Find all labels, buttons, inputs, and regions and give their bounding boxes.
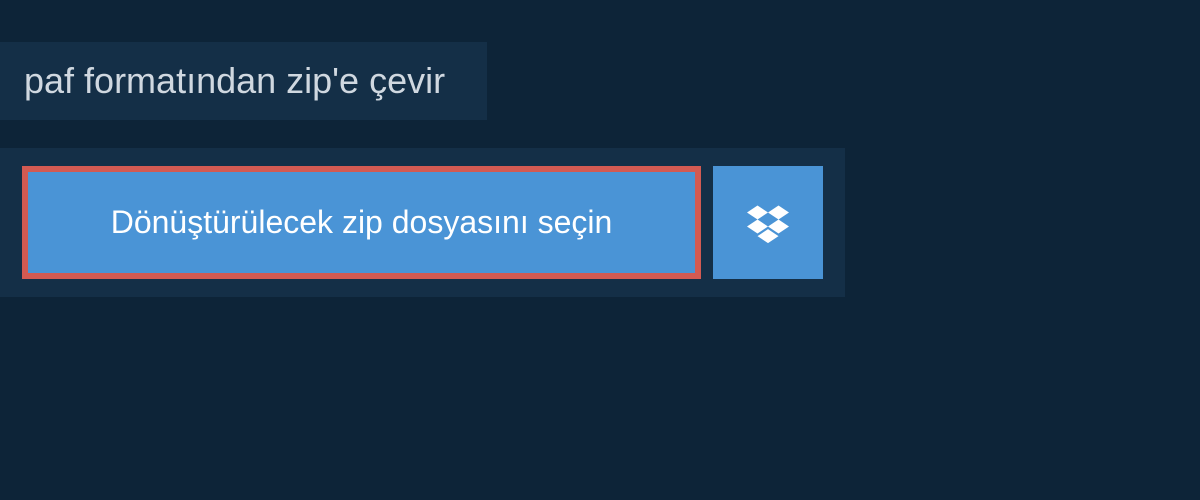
upload-panel: Dönüştürülecek zip dosyasını seçin <box>0 148 845 297</box>
file-select-button[interactable]: Dönüştürülecek zip dosyasını seçin <box>22 166 701 279</box>
file-select-label: Dönüştürülecek zip dosyasını seçin <box>111 204 613 241</box>
dropbox-icon <box>747 202 789 244</box>
page-title-text: paf formatından zip'e çevir <box>24 60 445 101</box>
dropbox-button[interactable] <box>713 166 823 279</box>
page-title-tab: paf formatından zip'e çevir <box>0 42 487 120</box>
